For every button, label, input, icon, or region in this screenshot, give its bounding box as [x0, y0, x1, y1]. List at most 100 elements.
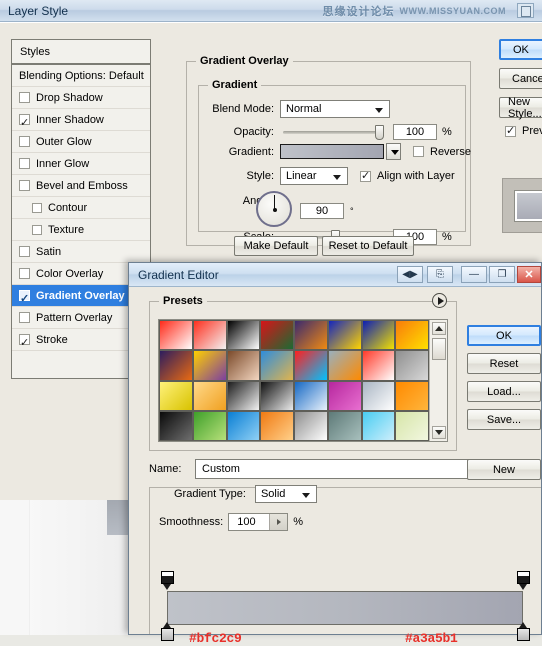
preset-swatch-25[interactable]: [192, 410, 227, 441]
presets-list[interactable]: [158, 319, 448, 442]
preset-swatch-19[interactable]: [260, 380, 294, 411]
presets-scrollbar[interactable]: [429, 320, 447, 441]
style-checkbox-4[interactable]: [19, 180, 30, 191]
preset-swatch-30[interactable]: [361, 410, 396, 441]
layer-style-titlebar[interactable]: Layer Style 思缘设计论坛 WWW.MISSYUAN.COM: [0, 0, 542, 22]
preset-swatch-24[interactable]: [159, 410, 193, 441]
preset-swatch-5[interactable]: [327, 320, 362, 351]
close-icon[interactable]: ✕: [517, 266, 541, 283]
opacity-stop-right[interactable]: [517, 571, 530, 590]
preset-swatch-7[interactable]: [395, 320, 429, 351]
style-row-inner-shadow[interactable]: Inner Shadow: [12, 109, 150, 134]
style-label-4: Bevel and Emboss: [36, 179, 128, 192]
gradient-preview-swatch[interactable]: [280, 144, 384, 159]
reverse-checkbox[interactable]: [413, 146, 424, 157]
preset-swatch-9[interactable]: [192, 350, 227, 381]
preset-swatch-4[interactable]: [294, 320, 328, 351]
style-row-drop-shadow[interactable]: Drop Shadow: [12, 87, 150, 109]
gradient-type-select[interactable]: Solid: [254, 485, 317, 503]
preset-swatch-21[interactable]: [327, 380, 362, 411]
preset-swatch-2[interactable]: [226, 320, 261, 351]
gradient-picker-button[interactable]: [386, 143, 401, 160]
preset-swatch-16[interactable]: [159, 380, 193, 411]
preset-swatch-29[interactable]: [327, 410, 362, 441]
gradient-ramp[interactable]: [167, 591, 523, 625]
preset-swatch-13[interactable]: [327, 350, 362, 381]
preset-swatch-8[interactable]: [159, 350, 193, 381]
opacity-slider[interactable]: [283, 124, 384, 140]
preset-swatch-20[interactable]: [294, 380, 328, 411]
preset-swatch-28[interactable]: [294, 410, 328, 441]
ge-save-button[interactable]: Save...: [467, 409, 541, 430]
style-checkbox-2[interactable]: [19, 136, 30, 147]
style-checkbox-8[interactable]: [19, 268, 30, 279]
style-checkbox-6[interactable]: [32, 224, 42, 235]
smoothness-input[interactable]: 100: [228, 513, 289, 531]
preset-swatch-31[interactable]: [395, 410, 429, 441]
style-row-bevel-and-emboss[interactable]: Bevel and Emboss: [12, 175, 150, 197]
preset-swatch-14[interactable]: [361, 350, 396, 381]
color-stop-left[interactable]: [161, 622, 174, 641]
preset-swatch-15[interactable]: [395, 350, 429, 381]
ge-ok-button[interactable]: OK: [467, 325, 541, 346]
style-row-inner-glow[interactable]: Inner Glow: [12, 153, 150, 175]
ge-reset-button[interactable]: Reset: [467, 353, 541, 374]
opacity-slider-thumb[interactable]: [375, 124, 384, 140]
preset-swatch-11[interactable]: [260, 350, 294, 381]
cancel-button[interactable]: Cancel: [499, 68, 542, 89]
style-checkbox-10[interactable]: [19, 312, 30, 323]
preset-swatch-0[interactable]: [159, 320, 193, 351]
reset-to-default-button[interactable]: Reset to Default: [322, 236, 414, 256]
style-row-satin[interactable]: Satin: [12, 241, 150, 263]
color-stop-right[interactable]: [517, 622, 530, 641]
arrows-icon[interactable]: ◀▶: [397, 266, 423, 283]
style-select[interactable]: Linear: [280, 167, 348, 185]
opacity-stop-left[interactable]: [161, 571, 174, 590]
scrollbar-thumb[interactable]: [432, 338, 446, 360]
style-row-outer-glow[interactable]: Outer Glow: [12, 131, 150, 153]
new-style-button[interactable]: New Style...: [499, 96, 542, 120]
style-checkbox-3[interactable]: [19, 158, 30, 169]
style-checkbox-1[interactable]: [19, 112, 30, 134]
maximize-icon[interactable]: ❐: [489, 266, 515, 283]
style-row-texture[interactable]: Texture: [12, 219, 150, 241]
restore-icon[interactable]: ⎘: [427, 266, 453, 283]
preset-swatch-3[interactable]: [260, 320, 294, 351]
ok-button[interactable]: OK: [499, 39, 542, 60]
blending-options-row[interactable]: Blending Options: Default: [12, 65, 150, 87]
preset-swatch-18[interactable]: [226, 380, 261, 411]
preset-swatch-6[interactable]: [361, 320, 396, 351]
style-checkbox-9[interactable]: [19, 288, 30, 310]
preset-swatch-27[interactable]: [260, 410, 294, 441]
opacity-input[interactable]: 100: [393, 124, 437, 140]
style-checkbox-7[interactable]: [19, 246, 30, 257]
preset-swatch-26[interactable]: [226, 410, 261, 441]
style-checkbox-0[interactable]: [19, 92, 30, 103]
style-row-contour[interactable]: Contour: [12, 197, 150, 219]
preview-row[interactable]: Preview: [505, 124, 542, 137]
preset-swatch-12[interactable]: [294, 350, 328, 381]
style-checkbox-11[interactable]: [19, 332, 30, 354]
blend-mode-select[interactable]: Normal: [280, 100, 390, 118]
scroll-down-icon[interactable]: [432, 426, 446, 439]
presets-menu-icon[interactable]: [432, 293, 447, 308]
preset-swatch-1[interactable]: [192, 320, 227, 351]
new-preset-button[interactable]: New: [467, 459, 541, 480]
preview-checkbox[interactable]: [505, 124, 516, 137]
align-with-layer-checkbox[interactable]: [360, 169, 371, 182]
smoothness-stepper-icon[interactable]: [269, 514, 288, 530]
preset-swatch-17[interactable]: [192, 380, 227, 411]
preset-swatch-10[interactable]: [226, 350, 261, 381]
style-checkbox-5[interactable]: [32, 202, 42, 213]
preset-swatch-22[interactable]: [361, 380, 396, 411]
angle-dial[interactable]: [256, 191, 292, 227]
gradient-type-value: Solid: [260, 488, 286, 500]
name-input[interactable]: Custom: [195, 459, 485, 479]
minimize-icon[interactable]: —: [461, 266, 487, 283]
make-default-button[interactable]: Make Default: [234, 236, 318, 256]
gradient-editor-titlebar[interactable]: Gradient Editor ◀▶ ⎘ — ❐ ✕: [129, 263, 541, 287]
scroll-up-icon[interactable]: [432, 322, 446, 335]
preset-swatch-23[interactable]: [395, 380, 429, 411]
angle-input[interactable]: 90: [300, 203, 344, 219]
ge-load-button[interactable]: Load...: [467, 381, 541, 402]
